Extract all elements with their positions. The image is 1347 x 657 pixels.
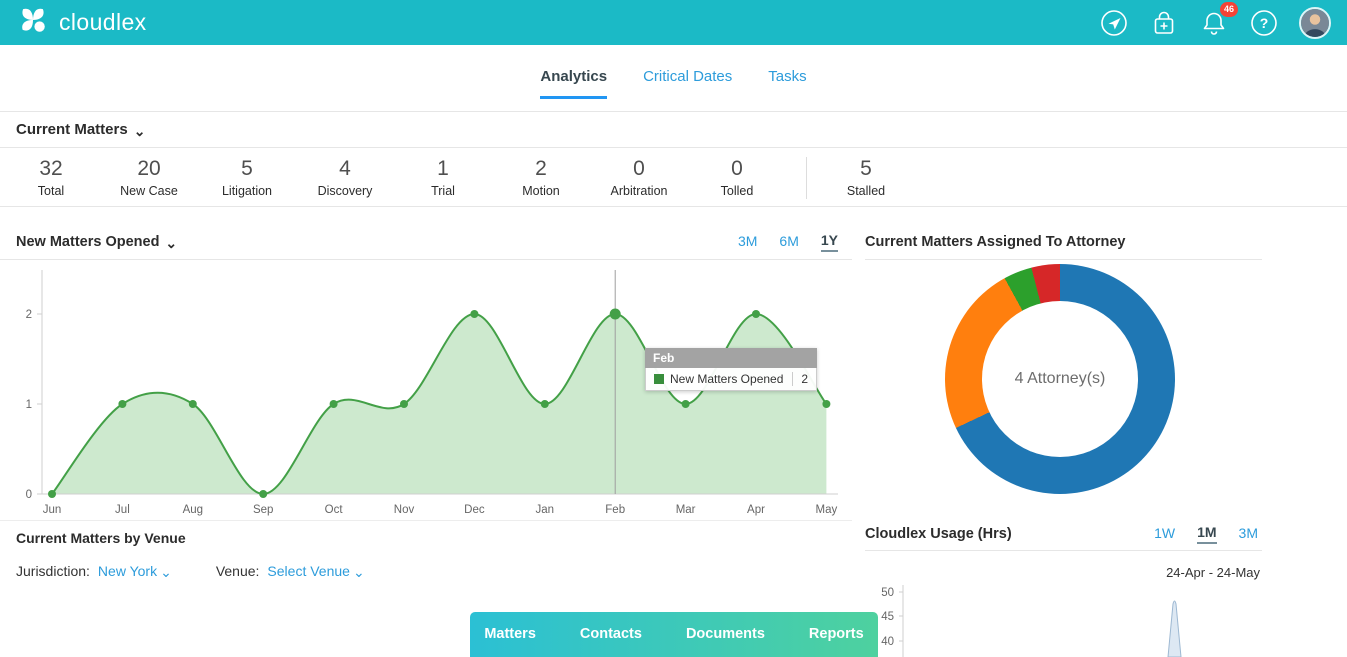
new-matters-range-selector: 3M 6M 1Y <box>738 232 838 252</box>
usage-ytick-50: 50 <box>881 587 894 599</box>
header-icons: 46 ? <box>1099 1 1331 39</box>
svg-text:Jun: Jun <box>43 504 62 516</box>
cloudlex-logo-icon <box>16 4 50 41</box>
attorney-chart-header: Current Matters Assigned To Attorney <box>865 224 1262 260</box>
new-matters-chart-svg: 0 1 2 Jun Jul Aug Sep Oct Nov Dec Jan Feb Mar Apr May <box>26 270 838 516</box>
usage-chart-svg[interactable]: 50 45 40 <box>865 582 1262 657</box>
tooltip-title: Feb <box>645 348 817 368</box>
new-matters-title-group[interactable]: New Matters Opened ⌄ <box>16 234 177 250</box>
range-1y[interactable]: 1Y <box>820 232 838 252</box>
secure-bag-icon[interactable] <box>1149 8 1179 38</box>
tooltip-body: New Matters Opened 2 <box>645 368 817 391</box>
usage-range-1m[interactable]: 1M <box>1197 524 1217 544</box>
svg-text:?: ? <box>1260 15 1269 31</box>
new-matters-title: New Matters Opened <box>16 233 160 250</box>
tab-tasks[interactable]: Tasks <box>768 68 806 99</box>
current-matters-header[interactable]: Current Matters ⌄ <box>0 112 1347 148</box>
usage-spike <box>1167 600 1182 657</box>
attorney-chart-title: Current Matters Assigned To Attorney <box>865 233 1126 250</box>
usage-range-selector: 1W 1M 3M <box>1154 524 1258 544</box>
chevron-down-icon: ⌄ <box>133 122 146 139</box>
svg-text:Sep: Sep <box>253 504 273 516</box>
help-icon[interactable]: ? <box>1249 8 1279 38</box>
usage-title: Cloudlex Usage (Hrs) <box>865 526 1012 542</box>
usage-header: Cloudlex Usage (Hrs) 1W 1M 3M <box>865 518 1262 551</box>
new-matters-header: New Matters Opened ⌄ 3M 6M 1Y <box>0 224 852 260</box>
venue-select[interactable]: Select Venue ⌄ <box>267 563 364 579</box>
svg-text:Mar: Mar <box>676 504 696 516</box>
new-matters-chart[interactable]: 0 1 2 Jun Jul Aug Sep Oct Nov Dec Jan Feb Mar Apr May … <box>0 262 852 521</box>
nav-matters[interactable]: Matters <box>462 612 558 657</box>
usage-date-range: 24-Apr - 24-May <box>1166 565 1260 580</box>
svg-text:2: 2 <box>26 309 32 321</box>
usage-range-1w[interactable]: 1W <box>1154 525 1175 543</box>
bottom-nav: Matters Contacts Documents Reports <box>470 612 878 657</box>
notification-count-badge: 46 <box>1219 1 1238 17</box>
svg-text:Apr: Apr <box>747 504 765 516</box>
jurisdiction-select[interactable]: New York ⌄ <box>98 563 172 579</box>
venue-filters: Jurisdiction: New York ⌄ Venue: Select V… <box>16 563 365 579</box>
app-header: cloudlex 46 ? <box>0 0 1347 45</box>
svg-text:1: 1 <box>26 399 32 411</box>
svg-text:Jul: Jul <box>115 504 130 516</box>
svg-text:Oct: Oct <box>325 504 344 516</box>
venue-label: Venue: <box>215 563 260 579</box>
jurisdiction-label: Jurisdiction: <box>16 563 90 579</box>
tab-critical-dates[interactable]: Critical Dates <box>643 68 732 99</box>
svg-text:Aug: Aug <box>183 504 203 516</box>
chart-tooltip: Feb New Matters Opened 2 <box>645 348 817 391</box>
svg-text:May: May <box>816 504 838 516</box>
right-column: Current Matters Assigned To Attorney 4 A… <box>865 224 1262 657</box>
svg-text:Jan: Jan <box>536 504 555 516</box>
stats-divider <box>806 156 807 199</box>
stat-total[interactable]: 32 Total <box>20 157 82 198</box>
range-6m[interactable]: 6M <box>779 233 798 251</box>
stat-motion[interactable]: 2 Motion <box>510 157 572 198</box>
stat-discovery[interactable]: 4 Discovery <box>314 157 376 198</box>
venue-section-title: Current Matters by Venue <box>16 530 186 546</box>
brand[interactable]: cloudlex <box>16 4 147 41</box>
svg-text:Nov: Nov <box>394 504 415 516</box>
user-avatar[interactable] <box>1299 6 1331 39</box>
nav-reports[interactable]: Reports <box>787 612 886 657</box>
tooltip-series-label: New Matters Opened <box>670 372 784 386</box>
stat-stalled[interactable]: 5 Stalled <box>835 157 897 198</box>
nav-contacts[interactable]: Contacts <box>558 612 664 657</box>
usage-range-3m[interactable]: 3M <box>1239 525 1258 543</box>
main-tabs: Analytics Critical Dates Tasks <box>0 68 1347 99</box>
svg-text:Feb: Feb <box>605 504 625 516</box>
current-matters-stats: 32 Total 20 New Case 5 Litigation 4 Disc… <box>0 149 1347 207</box>
stat-trial[interactable]: 1 Trial <box>412 157 474 198</box>
chevron-down-icon: ⌄ <box>160 564 172 580</box>
tooltip-value: 2 <box>792 372 808 386</box>
stat-litigation[interactable]: 5 Litigation <box>216 157 278 198</box>
series-swatch-icon <box>654 374 664 384</box>
brand-name: cloudlex <box>59 9 147 35</box>
stat-new-case[interactable]: 20 New Case <box>118 157 180 198</box>
notifications-bell-icon[interactable]: 46 <box>1199 1 1238 38</box>
svg-text:0: 0 <box>26 489 32 501</box>
current-matters-title: Current Matters <box>16 121 128 138</box>
nav-documents[interactable]: Documents <box>664 612 787 657</box>
send-icon[interactable] <box>1099 8 1129 38</box>
stat-arbitration[interactable]: 0 Arbitration <box>608 157 670 198</box>
range-3m[interactable]: 3M <box>738 233 757 251</box>
chevron-down-icon: ⌄ <box>165 234 178 251</box>
tab-analytics[interactable]: Analytics <box>540 68 608 99</box>
chevron-down-icon: ⌄ <box>352 564 365 580</box>
attorney-donut-chart[interactable]: 4 Attorney(s) <box>945 264 1175 494</box>
stat-tolled[interactable]: 0 Tolled <box>706 157 768 198</box>
donut-center-label: 4 Attorney(s) <box>982 301 1138 457</box>
svg-text:Dec: Dec <box>464 504 485 516</box>
